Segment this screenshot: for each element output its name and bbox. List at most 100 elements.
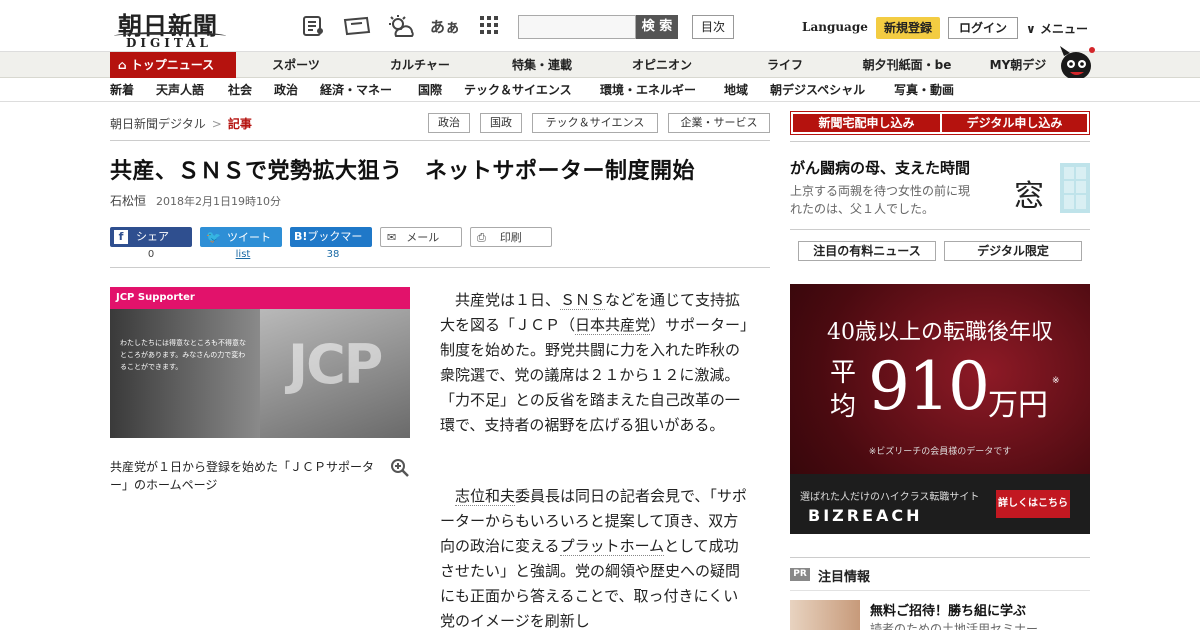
divider <box>110 267 770 268</box>
hatena-count: 38 <box>326 249 340 260</box>
nav-latest[interactable]: 新着 <box>110 78 134 102</box>
nav-opinion[interactable]: オピニオン <box>620 52 704 78</box>
nav-life[interactable]: ライフ <box>748 52 822 78</box>
print-icon: ⎙ <box>477 231 486 244</box>
ad-tagline: 選ばれた人だけのハイクラス転職サイト <box>800 492 980 503</box>
mail-button[interactable]: ✉ メール <box>380 227 462 247</box>
ticket-icon[interactable] <box>342 14 372 40</box>
print-button[interactable]: ⎙ 印刷 <box>470 227 552 247</box>
grid-menu-icon[interactable] <box>476 14 502 40</box>
nav-tenseijingo[interactable]: 天声人語 <box>156 78 204 102</box>
site-header: 朝日新聞 DIGITAL あぁ 検 索 目次 Language 新規登録 ログイ… <box>0 0 1200 52</box>
mado-logo-text: 窓 <box>1014 179 1044 214</box>
toc-button[interactable]: 目次 <box>692 15 734 39</box>
link-jcp[interactable]: 日本共産党 <box>575 316 651 335</box>
nav-top-news-label: トップニュース <box>130 58 215 72</box>
nav-my-asadigi[interactable]: MY朝デジ <box>982 52 1054 78</box>
chevron-down-icon: ∨ <box>1026 22 1036 36</box>
search-input[interactable] <box>518 15 636 39</box>
divider <box>790 590 1090 591</box>
ad-average-label: 平均 <box>829 358 856 422</box>
twitter-count-link[interactable]: list <box>200 249 286 260</box>
nav-features[interactable]: 特集・連載 <box>500 52 584 78</box>
link-shii-kazuo[interactable]: 志位和夫 <box>455 487 516 506</box>
twitter-tweet-button[interactable]: 🐦 ツイート <box>200 227 282 247</box>
photo-overlay-text: わたしたちには得意なところも不得意なところがあります。みなさんの力で変わることが… <box>120 339 246 371</box>
language-link[interactable]: Language <box>802 20 868 34</box>
font-size-icon[interactable]: あぁ <box>430 14 460 40</box>
nav-newspaper[interactable]: 朝夕刊紙面・be <box>852 52 962 78</box>
tab-paid-news[interactable]: 注目の有料ニュース <box>798 241 936 261</box>
pr-item-description[interactable]: 読者のための土地活用セミナー <box>870 620 1038 630</box>
nav-culture[interactable]: カルチャー <box>378 52 462 78</box>
mado-description[interactable]: 上京する両親を待つ女性の前に現れたのは、父１人でした。 <box>790 182 980 218</box>
hatena-icon: B! <box>294 230 308 243</box>
ad-note-mark: ※ <box>1052 376 1060 386</box>
mado-title[interactable]: がん闘病の母、支えた時間 <box>790 157 970 178</box>
divider <box>790 141 1090 142</box>
author[interactable]: 石松恒 <box>110 194 146 208</box>
nav-economy[interactable]: 経済・マネー <box>320 78 392 102</box>
mado-window-logo[interactable]: 窓 <box>1012 163 1090 214</box>
menu-label: メニュー <box>1039 22 1088 36</box>
twitter-tweet-label: ツイート <box>226 231 271 244</box>
nav-local[interactable]: 地域 <box>724 78 748 102</box>
breadcrumb-sep: > <box>211 117 222 131</box>
asahi-digital-logo[interactable]: 朝日新聞 DIGITAL <box>110 6 230 50</box>
pr-item-title[interactable]: 無料ご招待！勝ち組に学ぶ <box>870 600 1026 619</box>
weather-icon[interactable] <box>386 14 416 40</box>
photo-caption: 共産党が１日から登録を始めた「ＪＣＰサポーター」のホームページ <box>110 460 375 492</box>
print-label: 印刷 <box>499 231 522 244</box>
facebook-count: 0 <box>147 249 155 260</box>
photo-left-panel <box>110 309 260 438</box>
nav-sports[interactable]: スポーツ <box>256 52 336 78</box>
tag-tech-science[interactable]: テック＆サイエンス <box>532 113 658 133</box>
pr-badge: PR <box>790 568 810 581</box>
menu-button[interactable]: ∨ メニュー <box>1026 20 1088 37</box>
breadcrumb-home[interactable]: 朝日新聞デジタル <box>110 117 206 131</box>
tag-business[interactable]: 企業・サービス <box>668 113 770 133</box>
nav-society[interactable]: 社会 <box>228 78 252 102</box>
article-paragraph: 共産党は１日、ＳＮＳなどを通じて支持拡大を図る「ＪＣＰ（日本共産党）サポーター」… <box>440 288 750 438</box>
nav-top-news[interactable]: ⌂ トップニュース <box>110 52 236 78</box>
bizreach-ad[interactable]: 40歳以上の転職後年収 平均 910 万円 ※ ※ビズリーチの会員様のデータです… <box>790 284 1090 534</box>
nav-photo-video[interactable]: 写真・動画 <box>894 78 954 102</box>
article-headline: 共産、ＳＮＳで党勢拡大狙う ネットサポーター制度開始 <box>110 159 696 184</box>
nav-tech-science[interactable]: テック＆サイエンス <box>464 78 572 102</box>
nav-international[interactable]: 国際 <box>418 78 442 102</box>
secondary-nav: 新着 天声人語 社会 政治 経済・マネー 国際 テック＆サイエンス 環境・エネル… <box>0 78 1200 102</box>
divider <box>110 140 770 141</box>
photo-brand: JCP Supporter <box>116 292 195 303</box>
twitter-icon: 🐦 <box>206 230 221 244</box>
article-photo[interactable]: JCP Supporter JCP わたしたちには得意なところも不得意なところが… <box>110 287 410 438</box>
facebook-share-button[interactable]: f シェア <box>110 227 192 247</box>
publish-date: 2018年2月1日19時10分 <box>156 195 282 208</box>
ad-cta-button[interactable]: 詳しくはこちら <box>996 490 1070 518</box>
photo-jcp-logo: JCP <box>288 333 383 396</box>
text: 共産党は１日、 <box>455 291 561 309</box>
facebook-icon: f <box>114 230 128 244</box>
pr-thumbnail[interactable] <box>790 600 860 630</box>
login-button[interactable]: ログイン <box>948 17 1018 39</box>
tag-national[interactable]: 国政 <box>480 113 522 133</box>
nav-environment[interactable]: 環境・エネルギー <box>600 78 696 102</box>
nav-special[interactable]: 朝デジスペシャル <box>770 78 865 102</box>
search-button[interactable]: 検 索 <box>636 15 678 39</box>
digital-subscribe-button[interactable]: デジタル申し込み <box>942 114 1087 132</box>
newspaper-subscribe-button[interactable]: 新聞宅配申し込み <box>793 114 940 132</box>
nav-politics[interactable]: 政治 <box>274 78 298 102</box>
hatena-bookmark-button[interactable]: B!ブックマーク <box>290 227 372 263</box>
mascot-character-icon[interactable] <box>1056 44 1096 80</box>
register-button[interactable]: 新規登録 <box>876 17 940 39</box>
tab-digital-only[interactable]: デジタル限定 <box>944 241 1082 261</box>
link-sns[interactable]: ＳＮＳ <box>560 291 606 310</box>
link-platform[interactable]: プラットホーム <box>559 537 665 556</box>
ad-number: 910 <box>868 348 990 425</box>
primary-nav: ⌂ トップニュース スポーツ カルチャー 特集・連載 オピニオン ライフ 朝夕刊… <box>0 52 1200 78</box>
mail-label: メール <box>406 231 440 244</box>
tag-politics[interactable]: 政治 <box>428 113 470 133</box>
divider <box>790 229 1090 230</box>
newspaper-icon[interactable] <box>300 14 326 40</box>
zoom-in-icon[interactable] <box>390 458 410 478</box>
ad-unit: 万円 <box>988 388 1048 423</box>
